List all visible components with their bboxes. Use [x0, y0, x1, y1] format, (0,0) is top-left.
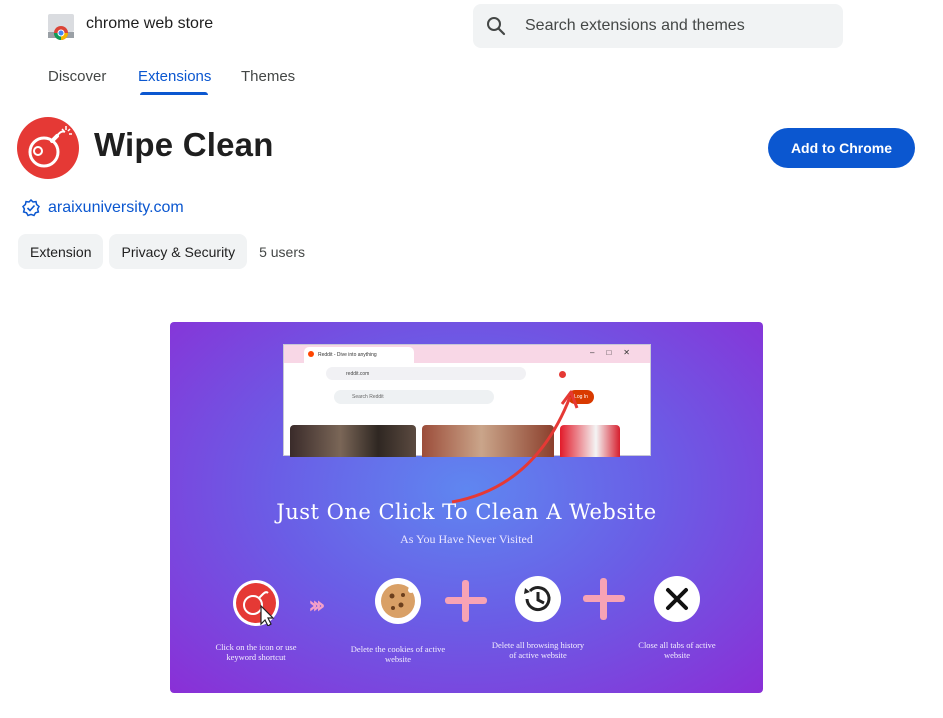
reddit-logo-icon: [308, 351, 314, 357]
search-icon[interactable]: [486, 16, 506, 36]
main-nav: Discover Extensions Themes: [0, 60, 943, 96]
promo-subtitle: As You Have Never Visited: [400, 532, 533, 546]
publisher: araixuniversity.com: [22, 198, 184, 218]
add-to-chrome-button[interactable]: Add to Chrome: [768, 128, 915, 168]
mini-browser-photo: [290, 425, 416, 457]
store-name[interactable]: chrome web store: [86, 15, 213, 33]
user-count: 5 users: [259, 243, 305, 260]
promo-title: Just One Click To Clean A Website: [276, 500, 657, 524]
promo-screenshot[interactable]: Reddit - Dive into anything –□✕ reddit.c…: [170, 322, 763, 693]
tab-themes[interactable]: Themes: [241, 68, 295, 96]
wipe-clean-toolbar-icon: [559, 371, 566, 378]
chevrons-icon: ›››: [308, 591, 326, 619]
chip-extension[interactable]: Extension: [18, 234, 104, 269]
close-icon: [654, 576, 700, 622]
publisher-link[interactable]: araixuniversity.com: [48, 199, 184, 217]
extension-title: Wipe Clean: [94, 126, 274, 163]
extension-bomb-icon: [17, 117, 79, 179]
verified-badge-icon: [22, 198, 40, 217]
top-bar: chrome web store Search extensions and t…: [0, 0, 943, 52]
mini-browser-url: reddit.com: [326, 367, 526, 380]
curved-arrow-icon: [451, 390, 579, 504]
tab-discover[interactable]: Discover: [48, 68, 106, 96]
plus-icon: [445, 580, 487, 622]
step-2-label: Delete the cookies of active website: [350, 644, 446, 664]
window-controls-icon: –□✕: [590, 348, 642, 357]
chip-privacy-security[interactable]: Privacy & Security: [109, 234, 248, 269]
step-4-label: Close all tabs of active website: [638, 640, 716, 660]
chrome-web-store-logo-icon[interactable]: [46, 12, 76, 40]
step-1-label: Click on the icon or use keyword shortcu…: [215, 642, 297, 662]
step-click-icon: [233, 580, 279, 627]
search-box[interactable]: Search extensions and themes: [473, 4, 843, 48]
cookie-icon: [375, 578, 421, 624]
plus-icon: [583, 578, 625, 620]
history-icon: [515, 576, 561, 622]
mini-browser-tab: Reddit - Dive into anything: [304, 347, 414, 363]
category-chips: Extension Privacy & Security 5 users: [18, 234, 305, 269]
search-input[interactable]: Search extensions and themes: [525, 17, 745, 35]
step-3-label: Delete all browsing history of active we…: [491, 640, 585, 660]
active-tab-indicator: [140, 92, 208, 95]
